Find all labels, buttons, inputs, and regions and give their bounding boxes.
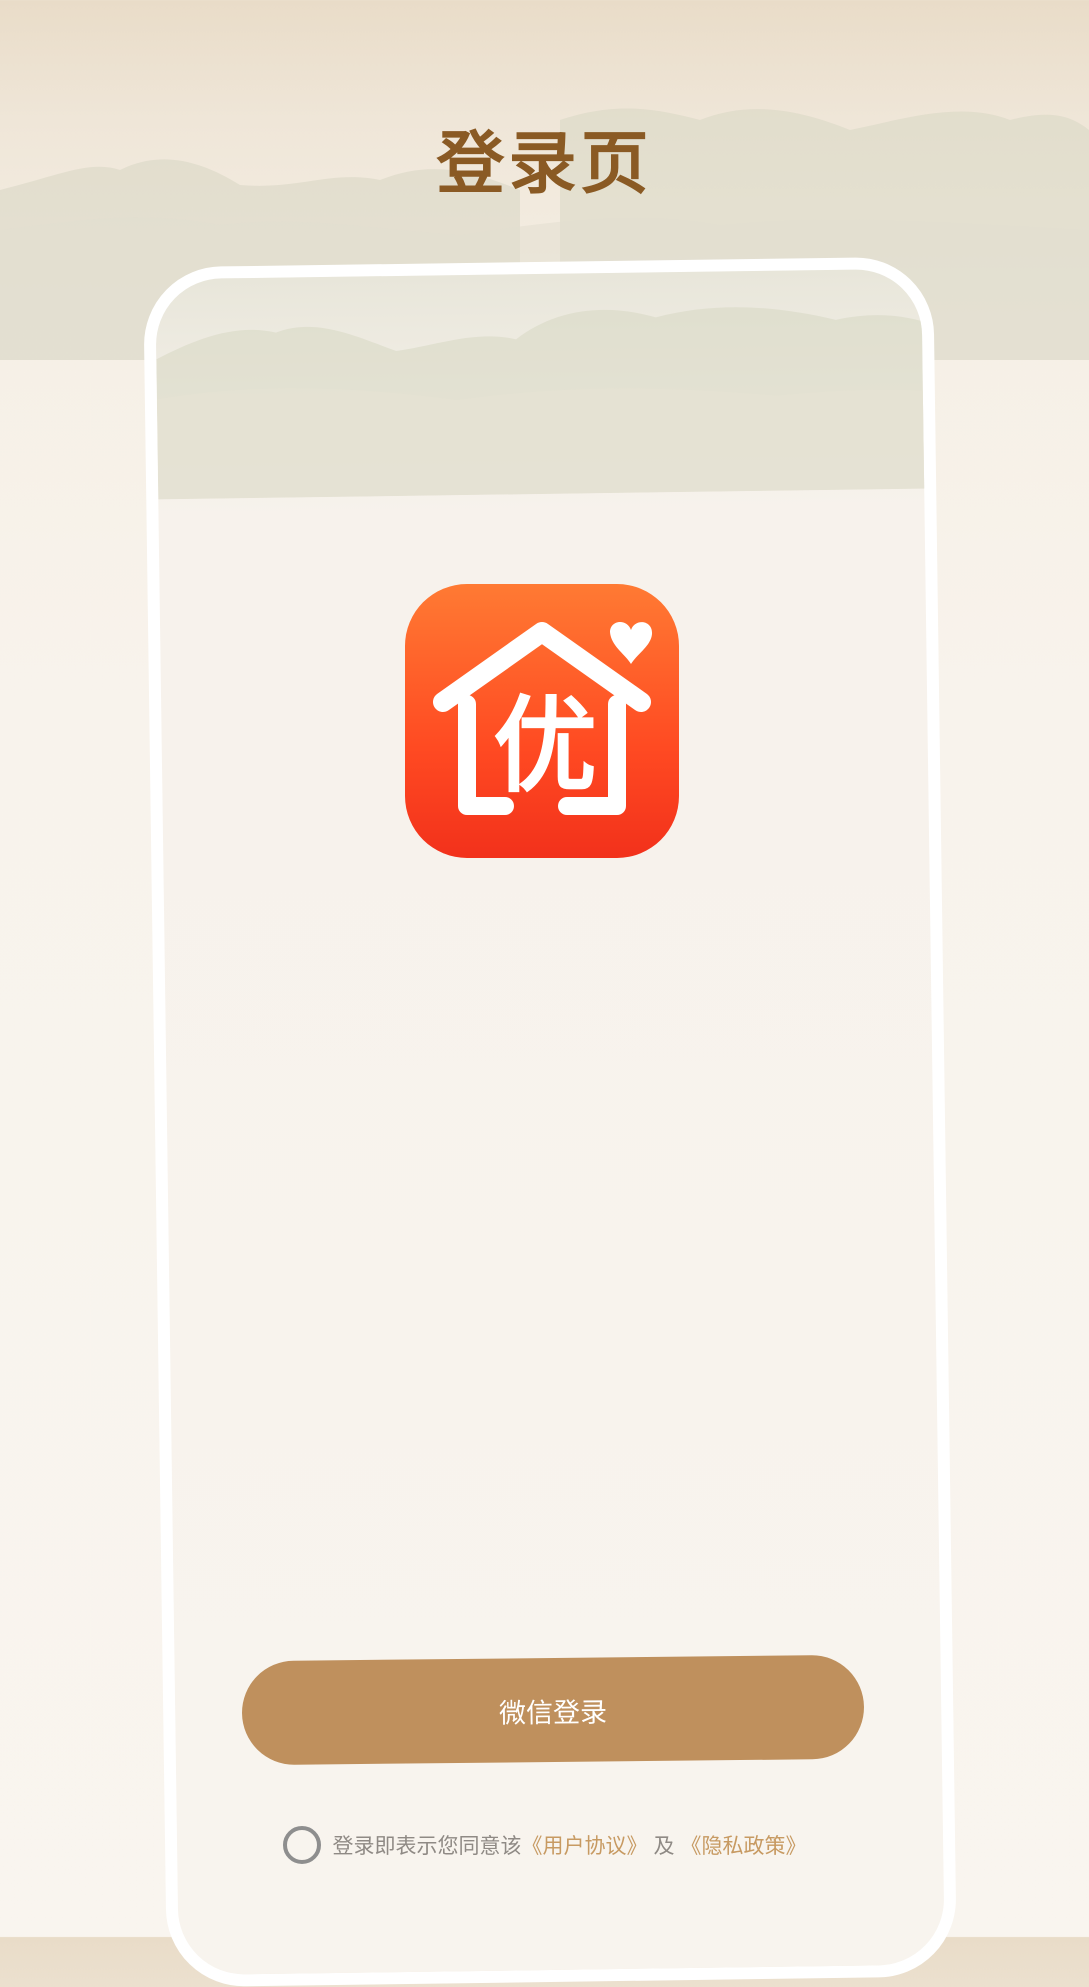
house-heart-icon: 优 <box>433 621 653 815</box>
app-logo-icon: 优 <box>405 584 679 858</box>
privacy-policy-link[interactable]: 《隐私政策》 <box>681 1830 807 1860</box>
logo-glyph: 优 <box>493 685 597 807</box>
card-mountain-background <box>156 307 949 500</box>
agree-checkbox[interactable] <box>282 1826 321 1864</box>
agreement-text: 登录即表示您同意该 <box>332 1834 522 1858</box>
user-agreement-link[interactable]: 《用户协议》 <box>522 1830 648 1860</box>
page-title: 登录页 <box>436 124 653 204</box>
wechat-login-button[interactable]: 微信登录 <box>241 1654 865 1766</box>
agreement-conjunction: 及 <box>653 1834 675 1858</box>
agreement-row: 登录即表示您同意该 《用户协议》 及 《隐私政策》 <box>0 1826 1089 1864</box>
